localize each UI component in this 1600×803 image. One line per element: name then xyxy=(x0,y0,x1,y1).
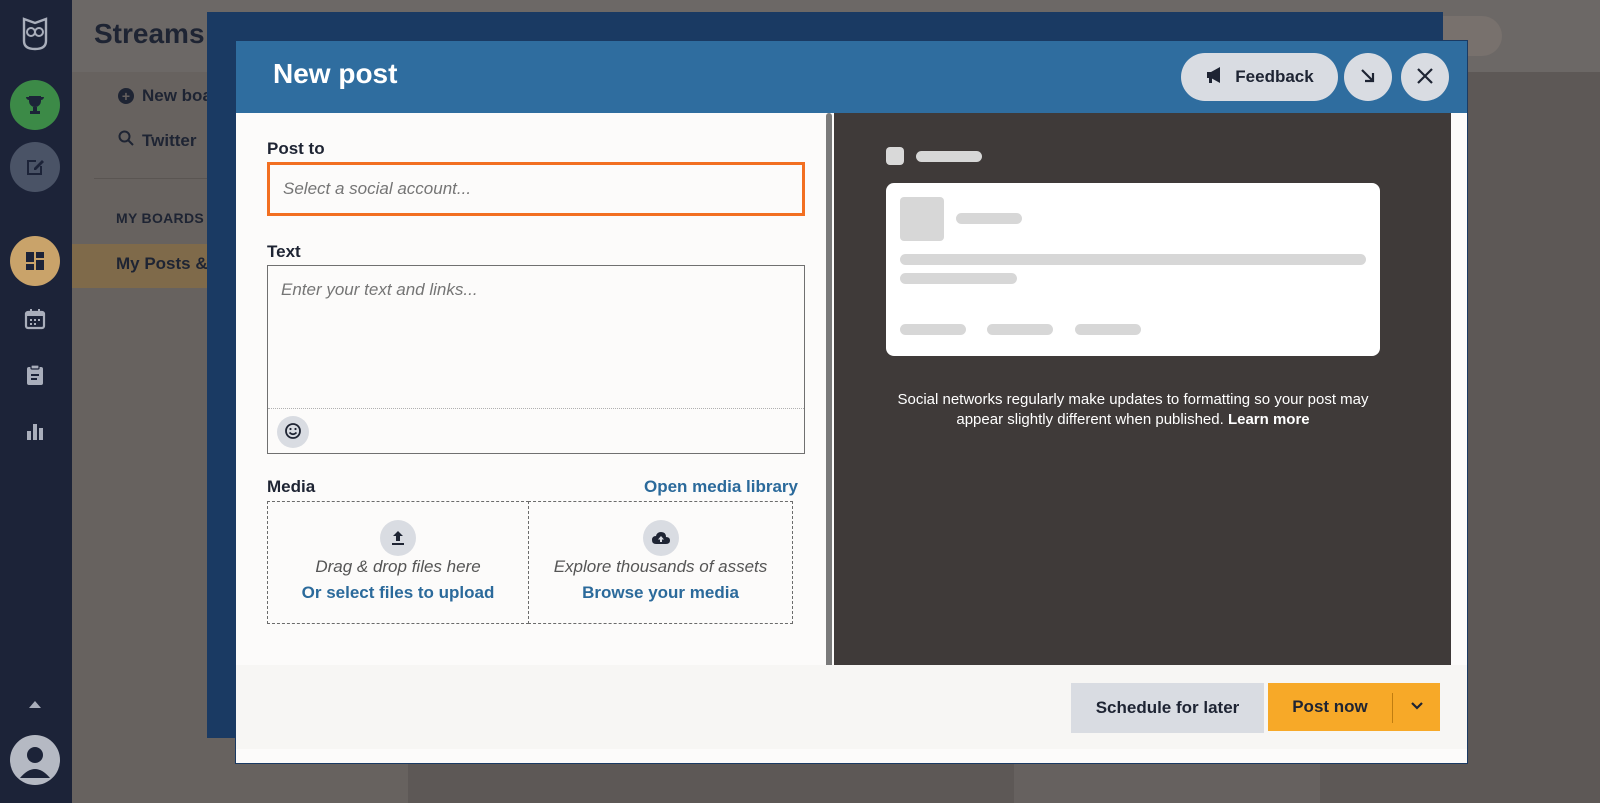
my-posts-item[interactable]: My Posts & xyxy=(116,254,208,274)
browse-media-dropzone[interactable]: Explore thousands of assets Browse your … xyxy=(528,501,793,624)
preview-line-placeholder xyxy=(956,213,1022,224)
preview-disclaimer: Social networks regularly make updates t… xyxy=(886,390,1380,430)
new-board-label: New boa xyxy=(142,86,212,105)
preview-name-placeholder xyxy=(916,151,982,162)
browse-hint: Explore thousands of assets xyxy=(553,557,768,576)
preview-action-placeholder xyxy=(1075,324,1141,335)
preview-line-placeholder xyxy=(900,254,1366,265)
megaphone-icon xyxy=(1205,66,1225,89)
feedback-label: Feedback xyxy=(1235,67,1314,86)
emoji-button[interactable] xyxy=(277,416,309,448)
feedback-button[interactable]: Feedback xyxy=(1181,53,1338,101)
text-editor xyxy=(267,265,805,454)
preview-action-placeholder xyxy=(900,324,966,335)
twitter-label: Twitter xyxy=(142,131,197,150)
analytics-icon[interactable] xyxy=(10,406,60,456)
trophy-icon[interactable] xyxy=(10,80,60,130)
preview-action-placeholder xyxy=(987,324,1053,335)
minimize-arrow-icon xyxy=(1358,66,1378,89)
left-nav-rail xyxy=(0,0,72,803)
browse-media-link[interactable]: Browse your media xyxy=(529,583,792,603)
my-boards-heading: MY BOARDS xyxy=(116,210,205,226)
calendar-icon[interactable] xyxy=(10,294,60,344)
modal-footer: Schedule for later Post now xyxy=(236,665,1467,749)
post-now-button[interactable]: Post now xyxy=(1268,683,1392,731)
dashboard-icon[interactable] xyxy=(10,236,60,286)
editor-divider xyxy=(268,408,804,409)
learn-more-link[interactable]: Learn more xyxy=(1228,411,1310,428)
user-avatar-icon[interactable] xyxy=(10,735,60,785)
plus-circle-icon: + xyxy=(118,88,134,104)
composer-scrollbar[interactable] xyxy=(826,113,832,668)
post-options-dropdown[interactable] xyxy=(1393,683,1440,731)
chevron-down-icon xyxy=(1410,698,1424,716)
compose-icon[interactable] xyxy=(10,142,60,192)
modal-header: New post Feedback xyxy=(236,41,1467,113)
close-button[interactable] xyxy=(1401,53,1449,101)
preview-panel: Social networks regularly make updates t… xyxy=(834,113,1451,681)
cloud-upload-icon xyxy=(643,520,679,556)
minimize-button[interactable] xyxy=(1344,53,1392,101)
select-files-link[interactable]: Or select files to upload xyxy=(268,583,528,603)
preview-avatar-placeholder xyxy=(886,147,904,165)
preview-image-placeholder xyxy=(900,197,944,241)
upload-hint: Drag & drop files here xyxy=(315,557,481,576)
upload-icon xyxy=(380,520,416,556)
new-board-item[interactable]: + New boa xyxy=(118,86,212,106)
clipboard-icon[interactable] xyxy=(10,350,60,400)
post-to-label: Post to xyxy=(267,139,325,158)
streams-title: Streams xyxy=(94,18,205,49)
open-media-library-link[interactable]: Open media library xyxy=(644,477,798,497)
media-label: Media xyxy=(267,477,316,496)
search-icon xyxy=(118,130,134,151)
collapse-up-icon[interactable] xyxy=(10,680,60,730)
social-account-input[interactable] xyxy=(267,162,805,216)
new-post-modal: New post Feedback Post to Text xyxy=(235,40,1468,764)
upload-dropzone[interactable]: Drag & drop files here Or select files t… xyxy=(267,501,529,624)
text-label: Text xyxy=(267,242,301,261)
twitter-search-item[interactable]: Twitter xyxy=(118,130,196,151)
post-now-button-group: Post now xyxy=(1268,683,1440,731)
close-icon xyxy=(1415,66,1435,89)
emoji-icon xyxy=(284,422,302,443)
preview-card xyxy=(886,183,1380,356)
post-text-area[interactable] xyxy=(268,266,804,408)
modal-title: New post xyxy=(273,58,398,89)
preview-line-placeholder xyxy=(900,273,1017,284)
owl-logo-icon[interactable] xyxy=(10,8,60,58)
schedule-for-later-button[interactable]: Schedule for later xyxy=(1071,683,1264,733)
